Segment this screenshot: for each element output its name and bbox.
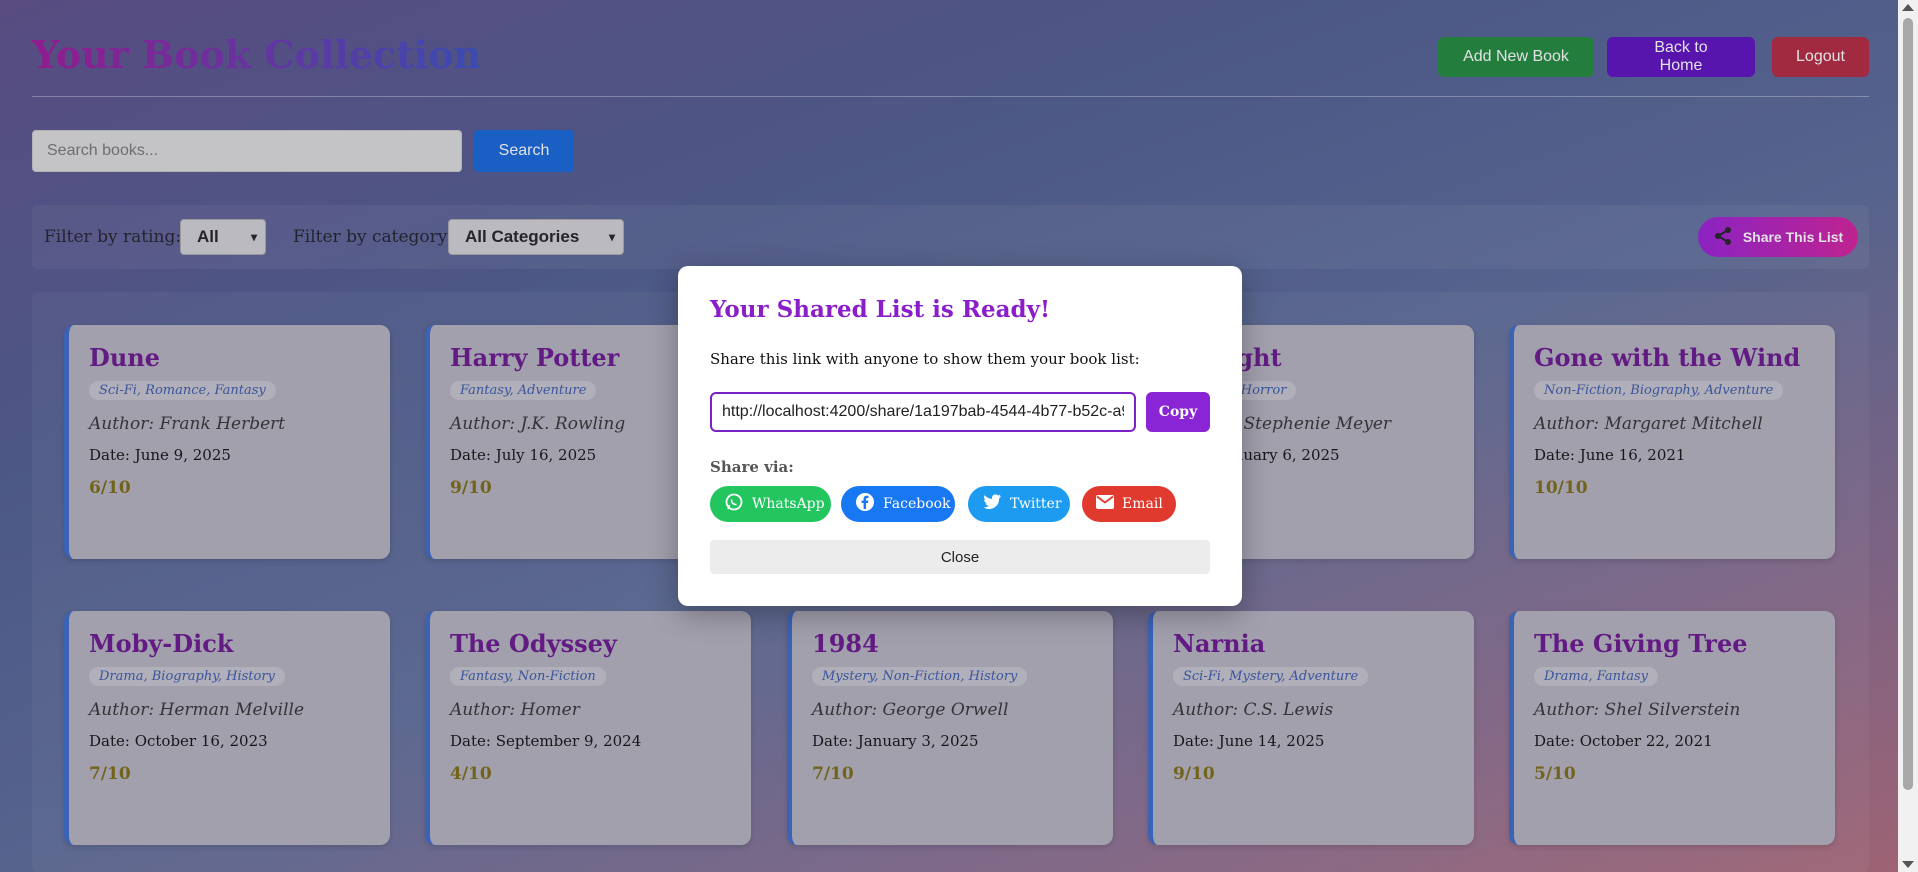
modal-description: Share this link with anyone to show them… [710,350,1140,368]
close-button[interactable]: Close [710,540,1210,574]
share-via-label: Share via: [710,458,794,476]
vertical-scrollbar[interactable] [1898,0,1918,872]
scroll-down-arrow-icon[interactable] [1902,861,1914,868]
share-link-input[interactable] [710,392,1136,432]
envelope-icon [1096,495,1114,513]
scroll-up-arrow-icon[interactable] [1902,4,1914,11]
whatsapp-label: WhatsApp [752,496,825,512]
twitter-label: Twitter [1010,496,1062,512]
scrollbar-thumb[interactable] [1903,18,1913,790]
email-share-button[interactable]: Email [1082,486,1176,522]
whatsapp-icon [724,492,744,516]
share-modal: Your Shared List is Ready! Share this li… [678,266,1242,606]
whatsapp-share-button[interactable]: WhatsApp [710,486,831,522]
facebook-share-button[interactable]: Facebook [841,486,955,522]
book-collection-page: Your Book Collection Add New Book Back t… [0,0,1898,872]
twitter-share-button[interactable]: Twitter [968,486,1070,522]
facebook-icon [855,492,875,516]
copy-button[interactable]: Copy [1146,392,1210,432]
facebook-label: Facebook [883,496,951,512]
twitter-icon [982,493,1002,515]
email-label: Email [1122,496,1163,512]
modal-title: Your Shared List is Ready! [710,296,1051,323]
